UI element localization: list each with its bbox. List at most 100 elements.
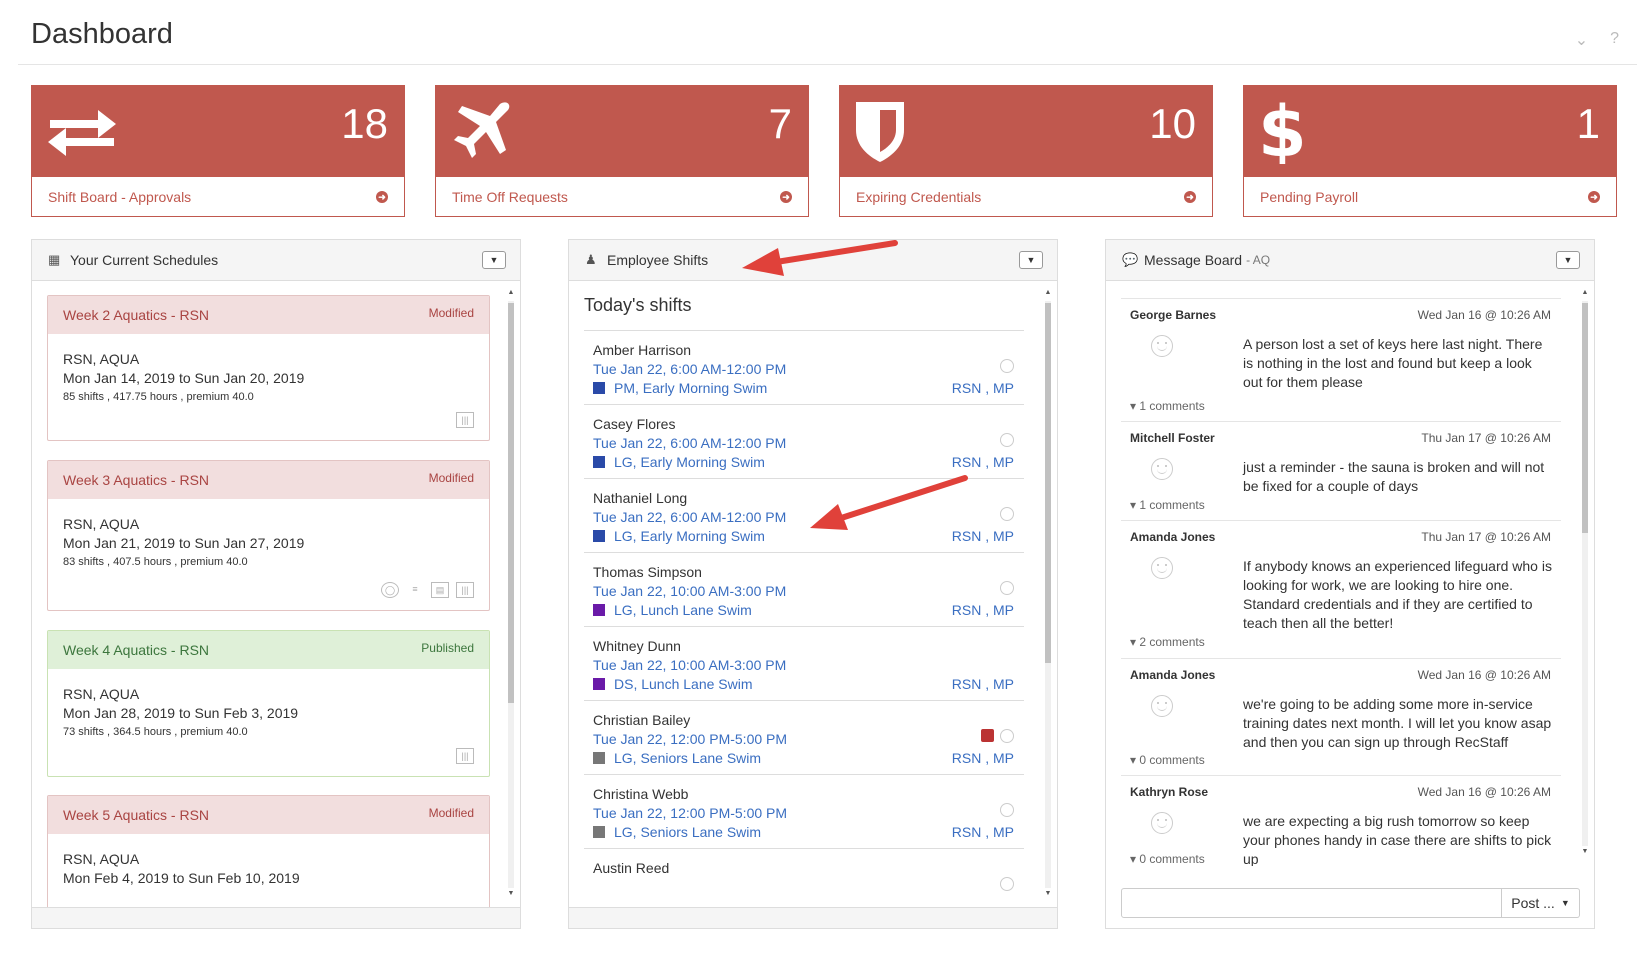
shift-location[interactable]: RSN , MP <box>952 380 1014 396</box>
table-icon[interactable]: ▤ <box>431 582 449 598</box>
scrollbar[interactable]: ▲ ▼ <box>1043 289 1053 900</box>
shift-time[interactable]: Tue Jan 22, 10:00 AM-3:00 PM <box>593 657 786 673</box>
caret-down-icon: ▼ <box>1560 898 1570 908</box>
shift-row[interactable]: Whitney Dunn Tue Jan 22, 10:00 AM-3:00 P… <box>584 626 1024 699</box>
schedule-title[interactable]: Week 5 Aquatics - RSN <box>63 807 209 823</box>
schedule-title[interactable]: Week 4 Aquatics - RSN <box>63 642 209 658</box>
employee-name: Austin Reed <box>593 860 670 876</box>
shift-location[interactable]: RSN , MP <box>952 454 1014 470</box>
shift-row[interactable]: Christian Bailey Tue Jan 22, 12:00 PM-5:… <box>584 700 1024 773</box>
scrollbar[interactable]: ▲ ▼ <box>1580 289 1590 858</box>
shift-location[interactable]: RSN , MP <box>952 676 1014 692</box>
scrollbar[interactable]: ▲ ▼ <box>506 289 516 900</box>
tile-expiring-credentials[interactable]: 10 Expiring Credentials ➜ <box>839 85 1213 217</box>
barcode-icon[interactable]: ||| <box>456 412 474 428</box>
tile-time-off-requests[interactable]: 7 Time Off Requests ➜ <box>435 85 809 217</box>
comments-toggle[interactable]: ▾ 1 comments <box>1130 399 1205 413</box>
lifebuoy-icon[interactable]: ◯ <box>381 582 399 598</box>
shift-location[interactable]: RSN , MP <box>952 750 1014 766</box>
message-text: If anybody knows an experienced lifeguar… <box>1243 558 1552 631</box>
message-date: Wed Jan 16 @ 10:26 AM <box>1417 785 1551 799</box>
globe-icon[interactable] <box>1000 507 1014 521</box>
message-date: Thu Jan 17 @ 10:26 AM <box>1421 530 1551 544</box>
shift-location[interactable]: RSN , MP <box>952 602 1014 618</box>
panel-collapse-button[interactable]: ▼ <box>1019 251 1043 269</box>
message-item: George Barnes Wed Jan 16 @ 10:26 AM A pe… <box>1121 298 1561 421</box>
shift-role[interactable]: LG, Early Morning Swim <box>614 528 765 544</box>
shift-time[interactable]: Tue Jan 22, 6:00 AM-12:00 PM <box>593 509 786 525</box>
shift-time[interactable]: Tue Jan 22, 6:00 AM-12:00 PM <box>593 435 786 451</box>
shift-row[interactable]: Austin Reed <box>584 848 1024 908</box>
status-badge: Modified <box>428 806 474 820</box>
chevron-down-icon[interactable]: ⌄ <box>1575 30 1588 50</box>
schedule-card[interactable]: Week 5 Aquatics - RSN Modified RSN, AQUA … <box>47 795 490 908</box>
globe-icon[interactable] <box>1000 877 1014 891</box>
comments-toggle[interactable]: ▾ 0 comments <box>1130 753 1205 767</box>
panel-collapse-button[interactable]: ▼ <box>1556 251 1580 269</box>
schedules-panel: ▦ Your Current Schedules ▼ Week 2 Aquati… <box>31 239 521 929</box>
employee-name: Christian Bailey <box>593 712 691 728</box>
globe-icon[interactable] <box>1000 433 1014 447</box>
shift-role[interactable]: LG, Early Morning Swim <box>614 454 765 470</box>
arrow-circle-right-icon[interactable]: ➜ <box>1184 191 1196 203</box>
smiley-icon[interactable] <box>1151 557 1173 579</box>
shift-row[interactable]: Amber Harrison Tue Jan 22, 6:00 AM-12:00… <box>584 330 1024 403</box>
schedule-title[interactable]: Week 3 Aquatics - RSN <box>63 472 209 488</box>
tile-label[interactable]: Time Off Requests <box>452 189 568 205</box>
schedule-card[interactable]: Week 2 Aquatics - RSN Modified RSN, AQUA … <box>47 295 490 441</box>
arrow-circle-right-icon[interactable]: ➜ <box>780 191 792 203</box>
tile-label[interactable]: Expiring Credentials <box>856 189 981 205</box>
barcode-icon[interactable]: ||| <box>456 748 474 764</box>
shift-row[interactable]: Nathaniel Long Tue Jan 22, 6:00 AM-12:00… <box>584 478 1024 551</box>
schedule-title[interactable]: Week 2 Aquatics - RSN <box>63 307 209 323</box>
shift-role[interactable]: PM, Early Morning Swim <box>614 380 767 396</box>
shift-time[interactable]: Tue Jan 22, 10:00 AM-3:00 PM <box>593 583 786 599</box>
post-button[interactable]: Post ... ▼ <box>1502 888 1580 918</box>
arrow-circle-right-icon[interactable]: ➜ <box>1588 191 1600 203</box>
schedule-location: RSN, AQUA <box>63 686 140 702</box>
shift-location[interactable]: RSN , MP <box>952 528 1014 544</box>
comments-toggle[interactable]: ▾ 0 comments <box>1130 852 1205 866</box>
globe-icon[interactable] <box>1000 581 1014 595</box>
smiley-icon[interactable] <box>1151 812 1173 834</box>
section-title: Today's shifts <box>584 295 692 315</box>
smiley-icon[interactable] <box>1151 335 1173 357</box>
tile-label[interactable]: Shift Board - Approvals <box>48 189 191 205</box>
shift-role[interactable]: LG, Seniors Lane Swim <box>614 824 761 840</box>
shift-time[interactable]: Tue Jan 22, 6:00 AM-12:00 PM <box>593 361 786 377</box>
schedule-card[interactable]: Week 3 Aquatics - RSN Modified RSN, AQUA … <box>47 460 490 611</box>
message-input[interactable] <box>1121 888 1502 918</box>
globe-icon[interactable] <box>1000 803 1014 817</box>
tile-shift-board-approvals[interactable]: 18 Shift Board - Approvals ➜ <box>31 85 405 217</box>
shift-role[interactable]: DS, Lunch Lane Swim <box>614 676 753 692</box>
tile-label[interactable]: Pending Payroll <box>1260 189 1358 205</box>
tile-pending-payroll[interactable]: $ 1 Pending Payroll ➜ <box>1243 85 1617 217</box>
shift-row[interactable]: Casey Flores Tue Jan 22, 6:00 AM-12:00 P… <box>584 404 1024 477</box>
schedule-card[interactable]: Week 4 Aquatics - RSN Published RSN, AQUA… <box>47 630 490 777</box>
help-icon[interactable]: ? <box>1610 30 1619 50</box>
panel-collapse-button[interactable]: ▼ <box>482 251 506 269</box>
schedule-dates: Mon Jan 14, 2019 to Sun Jan 20, 2019 <box>63 370 305 386</box>
shift-row[interactable]: Thomas Simpson Tue Jan 22, 10:00 AM-3:00… <box>584 552 1024 625</box>
comments-toggle[interactable]: ▾ 1 comments <box>1130 498 1205 512</box>
shift-time[interactable]: Tue Jan 22, 12:00 PM-5:00 PM <box>593 731 787 747</box>
shift-row[interactable]: Christina Webb Tue Jan 22, 12:00 PM-5:00… <box>584 774 1024 847</box>
shield-icon <box>856 102 904 162</box>
barcode-icon[interactable]: ||| <box>456 582 474 598</box>
swap-request-icon[interactable] <box>981 729 994 742</box>
dollar-icon: $ <box>1258 100 1307 164</box>
smiley-icon[interactable] <box>1151 458 1173 480</box>
globe-icon[interactable] <box>1000 359 1014 373</box>
shift-location[interactable]: RSN , MP <box>952 824 1014 840</box>
list-icon[interactable]: ≡ <box>406 582 424 598</box>
shift-time[interactable]: Tue Jan 22, 12:00 PM-5:00 PM <box>593 805 787 821</box>
schedule-location: RSN, AQUA <box>63 351 140 367</box>
message-date: Wed Jan 16 @ 10:26 AM <box>1417 668 1551 682</box>
shift-role[interactable]: LG, Lunch Lane Swim <box>614 602 752 618</box>
tile-count: 7 <box>768 100 792 147</box>
comments-toggle[interactable]: ▾ 2 comments <box>1130 635 1205 649</box>
shift-role[interactable]: LG, Seniors Lane Swim <box>614 750 761 766</box>
smiley-icon[interactable] <box>1151 695 1173 717</box>
arrow-circle-right-icon[interactable]: ➜ <box>376 191 388 203</box>
globe-icon[interactable] <box>1000 729 1014 743</box>
